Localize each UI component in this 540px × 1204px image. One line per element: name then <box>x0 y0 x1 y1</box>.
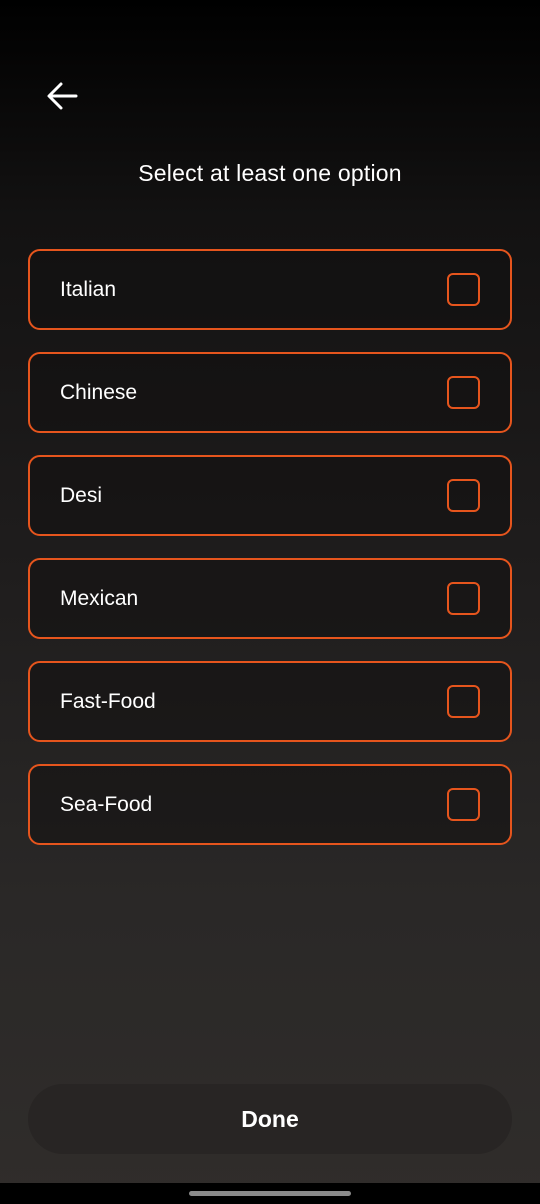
option-sea-food[interactable]: Sea-Food <box>28 764 512 845</box>
option-label: Desi <box>60 483 103 507</box>
option-label: Italian <box>60 277 117 301</box>
italian-checkbox[interactable] <box>447 273 480 306</box>
options-list: Italian Chinese Desi Mexican Fast-Food S… <box>28 249 512 867</box>
arrow-left-icon <box>47 82 78 110</box>
option-label: Chinese <box>60 380 138 404</box>
option-mexican[interactable]: Mexican <box>28 558 512 639</box>
sea-food-checkbox[interactable] <box>447 788 480 821</box>
desi-checkbox[interactable] <box>447 479 480 512</box>
mexican-checkbox[interactable] <box>447 582 480 615</box>
option-desi[interactable]: Desi <box>28 455 512 536</box>
system-navigation-bar <box>0 1183 540 1204</box>
page-title: Select at least one option <box>138 160 402 186</box>
option-label: Fast-Food <box>60 689 156 713</box>
option-chinese[interactable]: Chinese <box>28 352 512 433</box>
back-button[interactable] <box>40 76 84 116</box>
done-button[interactable]: Done <box>28 1084 512 1154</box>
fast-food-checkbox[interactable] <box>447 685 480 718</box>
home-indicator[interactable] <box>189 1191 351 1196</box>
option-label: Sea-Food <box>60 792 153 816</box>
chinese-checkbox[interactable] <box>447 376 480 409</box>
option-italian[interactable]: Italian <box>28 249 512 330</box>
option-fast-food[interactable]: Fast-Food <box>28 661 512 742</box>
option-label: Mexican <box>60 586 139 610</box>
